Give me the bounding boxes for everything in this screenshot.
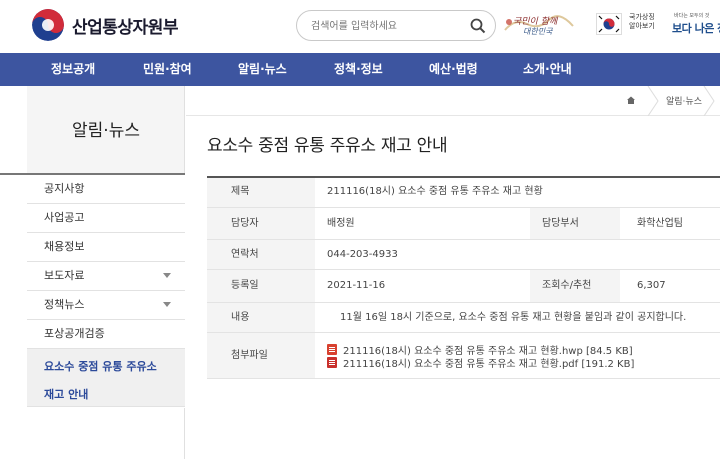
label-attachments: 첨부파일	[207, 333, 315, 378]
sidebar-item-label: 채용정보	[44, 240, 85, 253]
nav-item-news[interactable]: 알림·뉴스	[238, 53, 287, 86]
row-attachments: 첨부파일 211116(18시) 요소수 중점 유통 주유소 재고 현황.hwp…	[207, 333, 720, 379]
post-detail-table: 제목 211116(18시) 요소수 중점 유통 주유소 재고 현황 담당자 배…	[207, 176, 720, 379]
korea-flag-icon[interactable]	[596, 13, 622, 35]
value-title: 211116(18시) 요소수 중점 유통 주유소 재고 현황	[327, 186, 543, 197]
sidebar-item-label: 사업공고	[44, 211, 85, 224]
breadcrumb-current[interactable]: 알림·뉴스	[666, 94, 702, 107]
home-icon[interactable]	[626, 95, 636, 105]
search-icon[interactable]	[469, 17, 487, 35]
sidebar-item-urea-stock[interactable]: 요소수 중점 유통 주유소 재고 안내	[27, 349, 185, 407]
value-manager: 배정원	[327, 218, 355, 229]
national-symbol-link[interactable]: 국가상징 알아보기	[629, 13, 663, 31]
attachment-list: 211116(18시) 요소수 중점 유통 주유소 재고 현황.hwp [84.…	[327, 343, 634, 370]
row-content: 내용 11월 16일 18시 기준으로, 요소수 중점 유통 재고 현황을 붙임…	[207, 303, 720, 333]
sea-banner-text: 보다 나은 정부	[672, 22, 720, 35]
sidebar-empty-area	[27, 408, 185, 459]
taeguk-emblem-icon	[32, 9, 64, 41]
breadcrumb-separator-icon	[647, 86, 659, 116]
value-contact: 044-203-4933	[327, 249, 398, 260]
sidebar-active-line2: 재고 안내	[44, 388, 89, 401]
ministry-logo[interactable]: 산업통상자원부	[32, 9, 178, 41]
sidebar-item-award-verification[interactable]: 포상공개검증	[27, 320, 185, 349]
slogan-banner[interactable]: 국민이 함께 대한민국	[503, 10, 589, 40]
ministry-name: 산업통상자원부	[72, 17, 178, 38]
chevron-down-icon[interactable]	[163, 273, 171, 278]
pdf-file-icon	[327, 357, 337, 368]
sidebar-item-label: 공지사항	[44, 182, 85, 195]
label-title: 제목	[207, 178, 315, 207]
label-content: 내용	[207, 303, 315, 332]
nav-item-policy[interactable]: 정책·정보	[334, 53, 383, 86]
row-title: 제목 211116(18시) 요소수 중점 유통 주유소 재고 현황	[207, 178, 720, 208]
search-box[interactable]	[296, 10, 496, 41]
label-manager: 담당자	[207, 208, 315, 239]
chevron-down-icon[interactable]	[163, 302, 171, 307]
value-views: 6,307	[637, 280, 666, 291]
nav-item-about[interactable]: 소개·안내	[523, 53, 572, 86]
slogan-line2: 대한민국	[523, 27, 553, 36]
sidebar-header: 알림·뉴스	[27, 86, 185, 174]
attachment-pdf[interactable]: 211116(18시) 요소수 중점 유통 주유소 재고 현황.pdf [191…	[327, 355, 634, 370]
row-contact: 연락처 044-203-4933	[207, 240, 720, 270]
sidebar-menu: 공지사항 사업공고 채용정보 보도자료 정책뉴스 포상공개검증 요소수 중점 유…	[27, 175, 185, 407]
search-input[interactable]	[311, 17, 461, 35]
sidebar-item-business-notice[interactable]: 사업공고	[27, 204, 185, 233]
row-date: 등록일 2021-11-16 조회수/추천 6,307	[207, 270, 720, 303]
value-date: 2021-11-16	[327, 280, 386, 291]
value-department: 화학산업팀	[637, 218, 683, 229]
page-title: 요소수 중점 유통 주유소 재고 안내	[207, 136, 448, 156]
sidebar-item-label: 정책뉴스	[44, 298, 85, 311]
sidebar-item-policy-news[interactable]: 정책뉴스	[27, 291, 185, 320]
label-department: 담당부서	[530, 208, 620, 239]
value-content: 11월 16일 18시 기준으로, 요소수 중점 유통 재고 현황을 붙임과 같…	[340, 312, 687, 323]
label-contact: 연락처	[207, 240, 315, 269]
breadcrumb-separator-icon	[703, 86, 715, 116]
nav-item-info-disclosure[interactable]: 정보공개	[51, 53, 95, 86]
site-header: 산업통상자원부 국민이 함께 대한민국 국가상징 알아보기 바다는 모두의 것 …	[0, 0, 720, 53]
nav-item-civil-service[interactable]: 민원·참여	[143, 53, 192, 86]
sidebar-title: 알림·뉴스	[72, 121, 140, 141]
hwp-file-icon	[327, 344, 337, 355]
sea-banner[interactable]: 바다는 모두의 것 보다 나은 정부	[668, 10, 720, 40]
breadcrumb: 알림·뉴스	[186, 86, 720, 116]
sidebar-item-label: 보도자료	[44, 269, 85, 282]
row-manager: 담당자 배정원 담당부서 화학산업팀	[207, 208, 720, 240]
label-date: 등록일	[207, 270, 315, 302]
sidebar-item-press-release[interactable]: 보도자료	[27, 262, 185, 291]
nav-item-budget-law[interactable]: 예산·법령	[429, 53, 478, 86]
attachment-pdf-name[interactable]: 211116(18시) 요소수 중점 유통 주유소 재고 현황.pdf [191…	[343, 355, 634, 370]
sea-banner-small: 바다는 모두의 것	[674, 13, 710, 19]
main-nav: 정보공개 민원·참여 알림·뉴스 정책·정보 예산·법령 소개·안내	[0, 53, 720, 86]
sidebar-active-line1: 요소수 중점 유통 주유소	[44, 360, 157, 373]
sidebar-item-recruitment[interactable]: 채용정보	[27, 233, 185, 262]
sidebar-item-notice[interactable]: 공지사항	[27, 175, 185, 204]
sidebar-item-label: 포상공개검증	[44, 327, 105, 340]
label-views: 조회수/추천	[530, 270, 620, 302]
